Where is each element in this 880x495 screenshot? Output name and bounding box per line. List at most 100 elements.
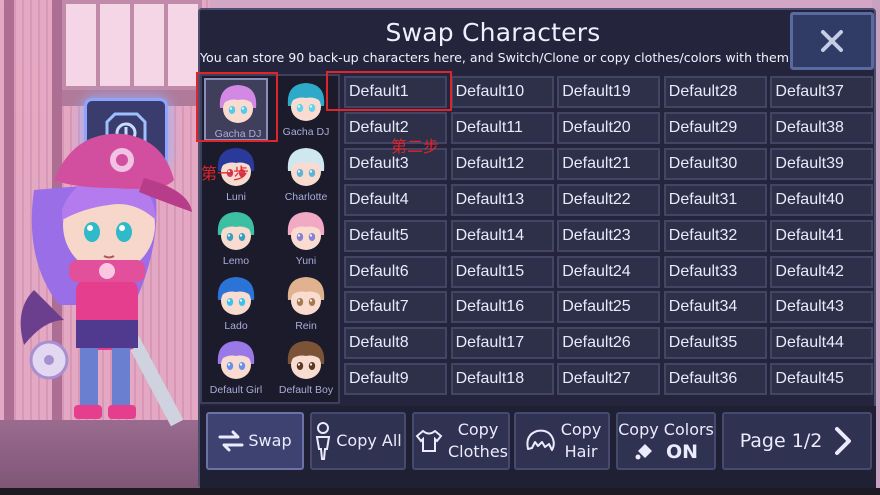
character-name: Yuni — [295, 255, 317, 267]
close-button[interactable] — [790, 12, 874, 70]
character-portrait — [217, 212, 255, 250]
backup-slot[interactable]: Default6 — [344, 255, 447, 288]
backup-slot[interactable]: Default37 — [770, 76, 874, 108]
backup-slot[interactable]: Default15 — [450, 255, 554, 288]
copy-hair-button[interactable]: Copy Hair — [514, 412, 610, 470]
backup-slot[interactable]: Default45 — [770, 363, 874, 396]
copy-all-label: Copy All — [336, 431, 402, 450]
backup-slot[interactable]: Default16 — [450, 291, 554, 324]
backup-slot[interactable]: Default21 — [557, 147, 661, 180]
backup-slot[interactable]: Default11 — [450, 111, 554, 144]
character-portrait — [287, 212, 325, 250]
backup-slot[interactable]: Default38 — [770, 111, 874, 144]
shirt-icon — [415, 429, 443, 452]
paint-bucket-icon — [635, 444, 652, 460]
copy-colors-state: ON — [665, 441, 699, 463]
backup-slots-grid: Default1 Default2 Default3 Default4 Default5… — [344, 76, 876, 398]
character-slot[interactable]: Default Boy — [274, 336, 338, 399]
backup-slot[interactable]: Default36 — [663, 363, 767, 396]
backup-slot[interactable]: Default9 — [344, 363, 447, 396]
backup-slot[interactable]: Default41 — [770, 219, 874, 252]
backup-slot[interactable]: Default8 — [344, 327, 447, 360]
person-outline-icon — [316, 422, 331, 460]
backup-slot[interactable]: Default32 — [663, 219, 767, 252]
copy-colors-toggle[interactable]: Copy Colors ON — [616, 412, 716, 470]
copy-colors-label: Copy Colors — [618, 420, 714, 439]
backup-slot[interactable]: Default10 — [450, 76, 554, 108]
character-portrait — [287, 147, 325, 186]
swap-button[interactable]: Swap — [206, 412, 304, 470]
character-slot[interactable]: Yuni — [274, 207, 338, 270]
character-name: Default Boy — [278, 384, 334, 396]
backup-slot[interactable]: Default22 — [557, 183, 661, 216]
backup-slot[interactable]: Default20 — [557, 111, 661, 144]
character-slot[interactable]: Charlotte — [274, 143, 338, 206]
backup-slot[interactable]: Default28 — [663, 76, 767, 108]
window-frame — [62, 0, 202, 90]
backup-slot[interactable]: Default12 — [450, 147, 554, 180]
backup-slot[interactable]: Default31 — [663, 183, 767, 216]
backup-slot[interactable]: Default34 — [663, 291, 767, 324]
swap-arrows-icon — [218, 430, 244, 452]
backup-slot[interactable]: Default44 — [770, 327, 874, 360]
backup-slot[interactable]: Default26 — [557, 327, 661, 360]
backup-slot[interactable]: Default14 — [450, 219, 554, 252]
backup-slot[interactable]: Default18 — [450, 363, 554, 396]
character-slot[interactable]: Lado — [204, 272, 268, 335]
step-one-highlight — [196, 72, 278, 142]
backup-slot[interactable]: Default19 — [557, 76, 661, 108]
step-two-annotation: 第二步 — [391, 137, 440, 156]
copy-clothes-label: Copy Clothes — [448, 420, 508, 461]
copy-all-button[interactable]: Copy All — [310, 412, 406, 470]
character-portrait — [287, 83, 325, 121]
backup-slot[interactable]: Default17 — [450, 327, 554, 360]
bottom-toolbar: Swap Copy All Copy Clothes Copy Hair Cop… — [200, 406, 876, 488]
character-name: Rein — [295, 319, 317, 332]
character-portrait — [287, 276, 325, 315]
step-one-annotation: 第一步 — [201, 164, 250, 183]
swap-characters-panel: Swap Characters You can store 90 back-up… — [198, 8, 876, 488]
character-portrait — [287, 341, 325, 379]
backup-slot[interactable]: Default4 — [344, 183, 447, 216]
close-icon — [821, 30, 843, 52]
character-slot[interactable]: Lemo — [204, 207, 268, 270]
backup-slot[interactable]: Default7 — [344, 291, 447, 324]
character-name: Lemo — [222, 255, 250, 267]
backup-slot[interactable]: Default33 — [663, 255, 767, 288]
character-portrait — [217, 276, 255, 315]
backup-slot[interactable]: Default25 — [557, 291, 661, 324]
character-slot[interactable]: Rein — [274, 272, 338, 335]
step-two-highlight — [326, 71, 452, 111]
backup-slot[interactable]: Default27 — [557, 363, 661, 396]
character-name: Luni — [226, 190, 246, 203]
copy-hair-label: Copy Hair — [560, 420, 602, 461]
panel-subtitle: You can store 90 back-up characters here… — [200, 50, 790, 65]
backup-slot[interactable]: Default24 — [557, 255, 661, 288]
bottom-edge-strip — [0, 488, 880, 495]
character-name: Charlotte — [284, 190, 328, 203]
backup-slot[interactable]: Default39 — [770, 147, 874, 180]
backup-slot[interactable]: Default40 — [770, 183, 874, 216]
character-name: Gacha DJ — [282, 126, 330, 138]
panel-title: Swap Characters — [385, 18, 601, 47]
character-name: Lado — [224, 319, 248, 332]
backup-slot[interactable]: Default43 — [770, 291, 874, 324]
character-name: Default Girl — [209, 384, 263, 396]
backup-slot[interactable]: Default35 — [663, 327, 767, 360]
page-indicator: Page 1/2 — [739, 430, 823, 452]
hair-icon — [526, 429, 555, 451]
backup-slot[interactable]: Default29 — [663, 111, 767, 144]
next-page-button[interactable]: Page 1/2 — [722, 412, 872, 470]
backup-slot[interactable]: Default5 — [344, 219, 447, 252]
backup-slot[interactable]: Default23 — [557, 219, 661, 252]
character-portrait — [217, 341, 255, 379]
backup-slot[interactable]: Default30 — [663, 147, 767, 180]
character-illustration — [14, 120, 204, 430]
swap-label: Swap — [248, 431, 292, 450]
backup-slot[interactable]: Default13 — [450, 183, 554, 216]
floor — [0, 420, 210, 495]
backup-slot[interactable]: Default42 — [770, 255, 874, 288]
copy-clothes-button[interactable]: Copy Clothes — [412, 412, 510, 470]
panel-header: Swap Characters You can store 90 back-up… — [200, 10, 790, 70]
character-slot[interactable]: Default Girl — [204, 336, 268, 399]
